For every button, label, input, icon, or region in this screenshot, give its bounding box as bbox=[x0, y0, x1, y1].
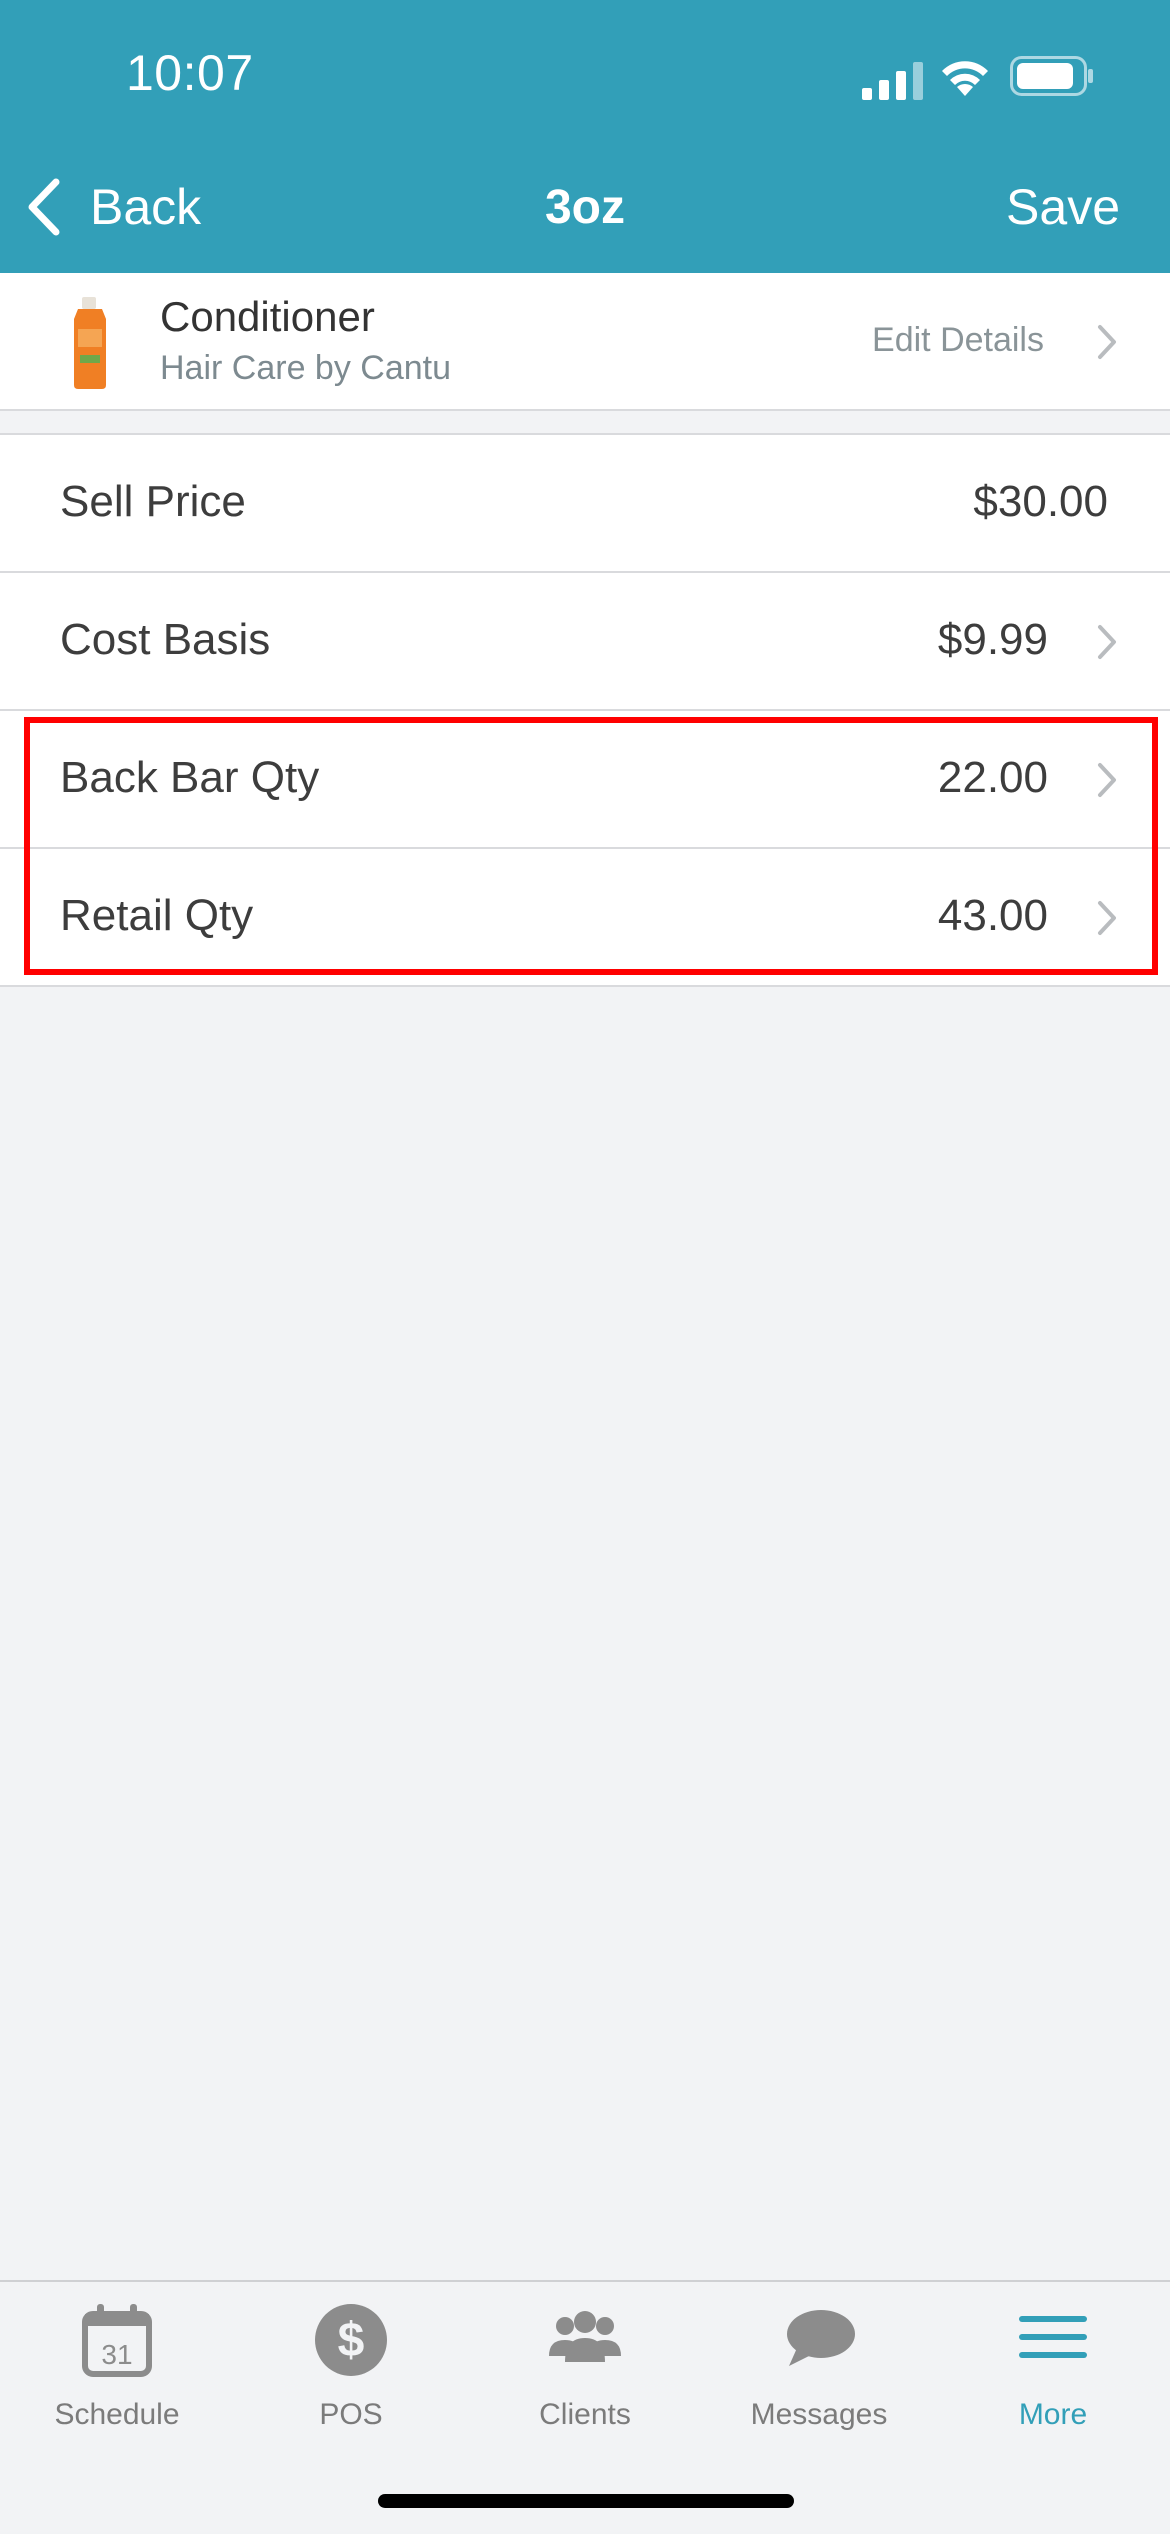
tab-messages[interactable]: Messages bbox=[702, 2300, 936, 2432]
chevron-right-icon bbox=[1098, 325, 1116, 359]
row-label: Sell Price bbox=[60, 477, 246, 526]
retail-qty-row[interactable]: Retail Qty 43.00 bbox=[0, 849, 1170, 985]
product-name: Conditioner bbox=[160, 293, 375, 340]
tab-label: Schedule bbox=[54, 2398, 180, 2431]
top-bar: 10:07 Back 3oz Save bbox=[0, 0, 1170, 273]
product-brand: Hair Care by Cantu bbox=[160, 349, 452, 387]
tab-label: POS bbox=[319, 2398, 383, 2431]
save-button[interactable]: Save bbox=[1006, 178, 1120, 236]
wifi-icon bbox=[942, 61, 988, 96]
product-thumbnail bbox=[74, 297, 106, 389]
tab-label: Clients bbox=[539, 2398, 631, 2431]
row-value: 43.00 bbox=[937, 891, 1048, 940]
cost-basis-row[interactable]: Cost Basis $9.99 bbox=[0, 573, 1170, 711]
calendar-day: 31 bbox=[101, 2339, 132, 2370]
signal-icon bbox=[862, 62, 923, 100]
row-label: Cost Basis bbox=[60, 615, 271, 664]
tab-pos[interactable]: $ POS bbox=[234, 2300, 468, 2432]
chevron-right-icon bbox=[1098, 901, 1116, 935]
home-indicator bbox=[378, 2494, 794, 2508]
row-value: $9.99 bbox=[937, 615, 1048, 664]
sell-price-row: Sell Price $30.00 bbox=[0, 435, 1170, 573]
tab-label: Messages bbox=[750, 2398, 888, 2431]
chevron-right-icon bbox=[1098, 625, 1116, 659]
page-title: 3oz bbox=[544, 181, 625, 234]
dollar-icon: $ bbox=[315, 2304, 387, 2376]
product-fields-list: Sell Price $30.00 Cost Basis $9.99 Back … bbox=[0, 433, 1170, 987]
tab-schedule[interactable]: 31 Schedule bbox=[0, 2300, 234, 2432]
status-time: 10:07 bbox=[126, 45, 254, 101]
chevron-right-icon bbox=[1098, 763, 1116, 797]
back-bar-qty-row[interactable]: Back Bar Qty 22.00 bbox=[0, 711, 1170, 849]
calendar-icon: 31 bbox=[82, 2304, 152, 2377]
chat-bubble-icon bbox=[787, 2310, 855, 2366]
tab-clients[interactable]: Clients bbox=[468, 2300, 702, 2432]
row-label: Retail Qty bbox=[60, 891, 254, 940]
row-value: $30.00 bbox=[973, 477, 1108, 526]
edit-details-link[interactable]: Edit Details bbox=[872, 321, 1044, 360]
row-value: 22.00 bbox=[937, 753, 1048, 802]
svg-text:$: $ bbox=[338, 2314, 365, 2367]
product-header[interactable]: Conditioner Hair Care by Cantu Edit Deta… bbox=[0, 273, 1170, 411]
tab-more[interactable]: More bbox=[936, 2300, 1170, 2432]
battery-icon bbox=[1010, 56, 1093, 96]
tab-label: More bbox=[1018, 2398, 1088, 2431]
clients-icon bbox=[549, 2311, 621, 2362]
menu-icon bbox=[1019, 2316, 1087, 2358]
row-label: Back Bar Qty bbox=[60, 753, 320, 802]
